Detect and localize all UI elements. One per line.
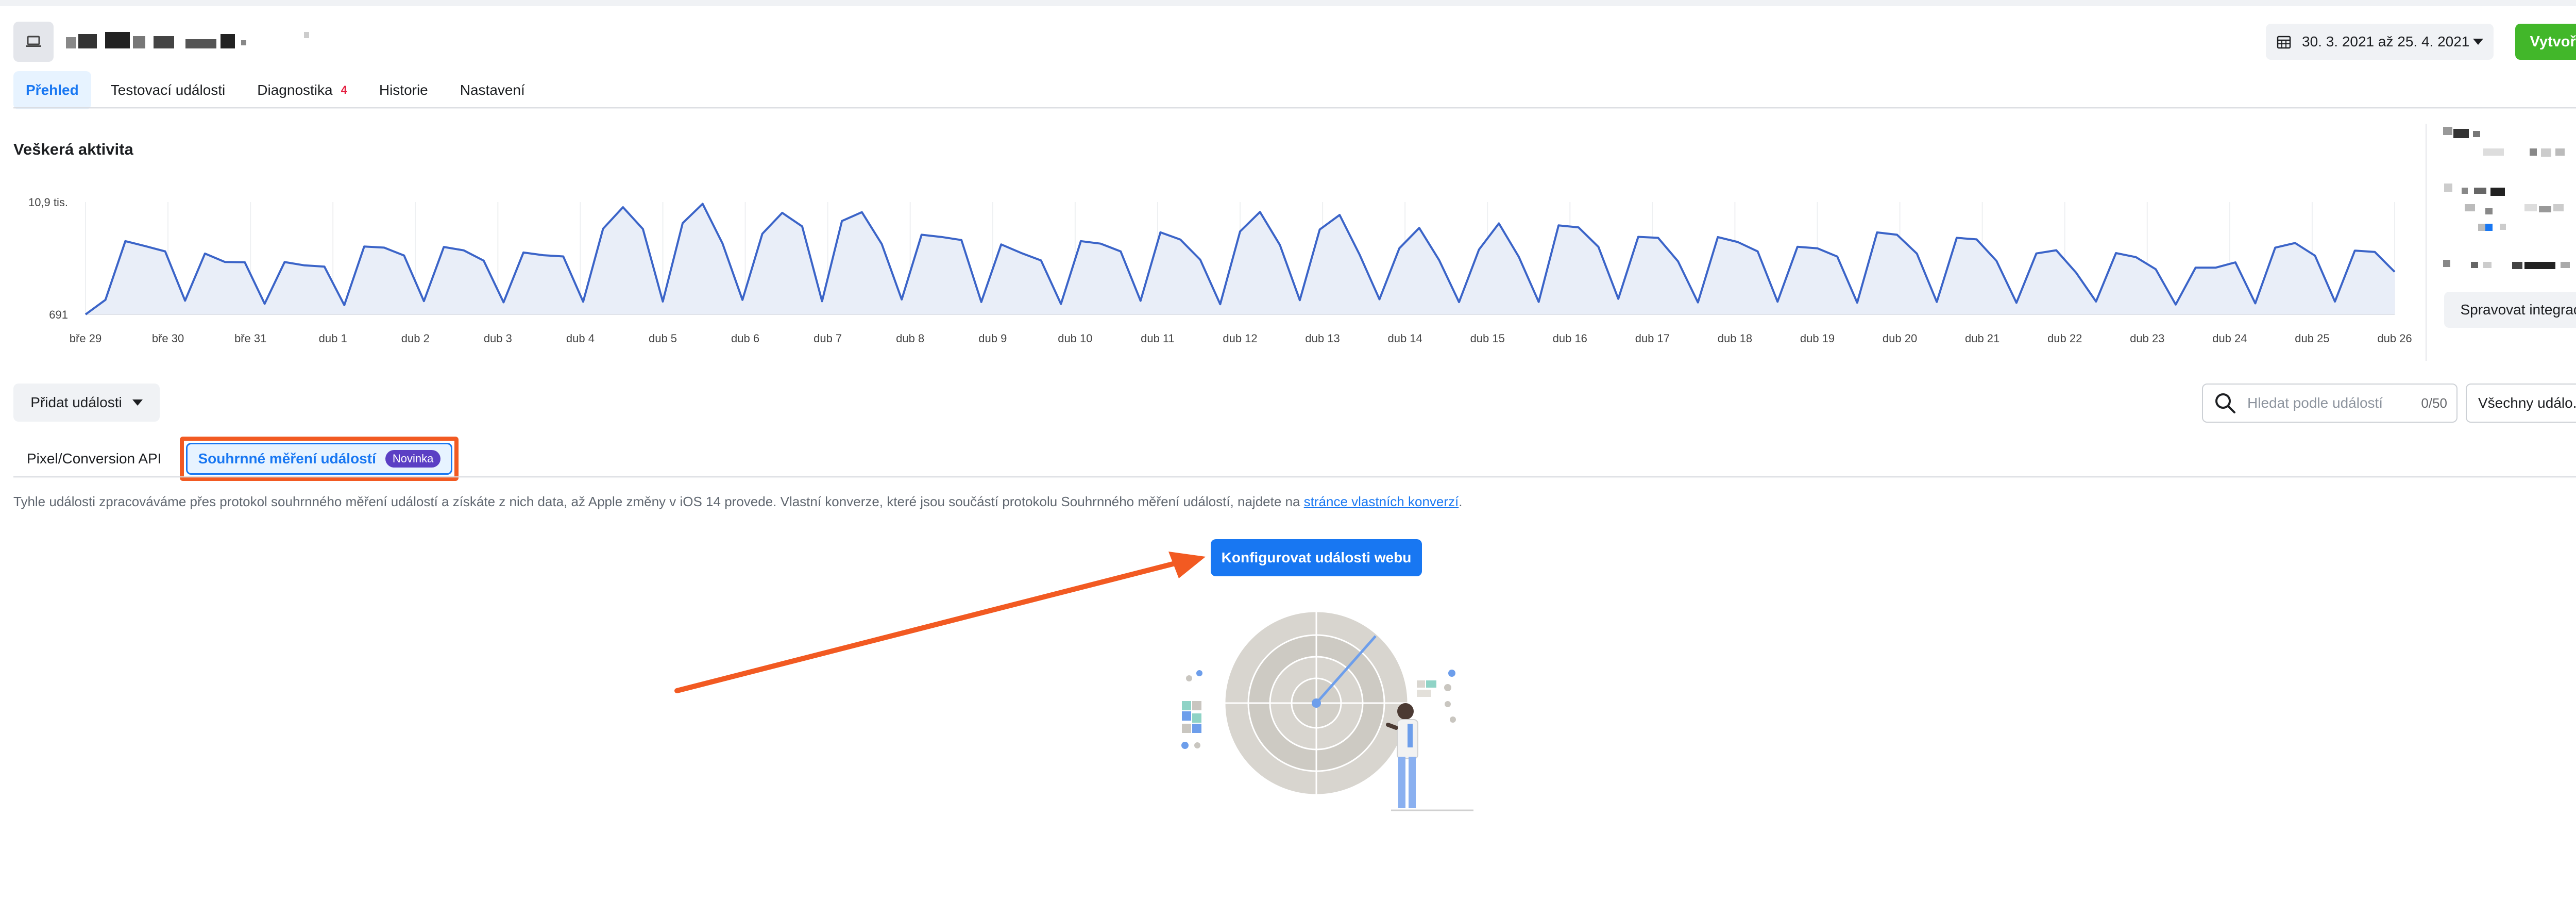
create-button[interactable]: Vytvořit xyxy=(2515,24,2576,60)
x-tick-label: dub 15 xyxy=(1470,332,1505,345)
date-range-label: 30. 3. 2021 až 25. 4. 2021 xyxy=(2302,34,2470,49)
tab-diagnostics[interactable]: Diagnostika 4 xyxy=(245,71,360,109)
x-tick-label: dub 7 xyxy=(814,332,842,345)
tab-test-events[interactable]: Testovací události xyxy=(98,71,238,109)
highlight-box: Souhrnné měření událostí Novinka xyxy=(180,437,459,481)
x-tick-label: dub 23 xyxy=(2130,332,2164,345)
annotation-arrow xyxy=(674,552,1206,693)
tab-label: Nastavení xyxy=(460,82,525,98)
x-tick-label: dub 17 xyxy=(1635,332,1670,345)
tab-history[interactable]: Historie xyxy=(367,71,440,109)
x-tick-label: bře 31 xyxy=(234,332,266,345)
subtab-pixel-conversion-api[interactable]: Pixel/Conversion API xyxy=(13,441,175,477)
activity-title: Veškerá aktivita xyxy=(13,140,133,158)
subtab-aggregated-event-measurement[interactable]: Souhrnné měření událostí Novinka xyxy=(186,443,453,475)
tab-label: Testovací události xyxy=(110,82,226,98)
pixel-source-icon[interactable] xyxy=(13,22,54,62)
info-text-body: Tyhle události zpracováváme přes protoko… xyxy=(13,494,1304,509)
x-tick-label: dub 9 xyxy=(978,332,1007,345)
event-filter-label: Všechny událo... xyxy=(2478,395,2576,411)
x-tick-label: dub 16 xyxy=(1553,332,1587,345)
configure-web-events-label: Konfigurovat události webu xyxy=(1221,549,1412,565)
manage-integrations-label: Spravovat integrace xyxy=(2460,302,2576,318)
tab-label: Přehled xyxy=(26,82,79,98)
search-icon xyxy=(2215,393,2235,413)
subtab-label: Pixel/Conversion API xyxy=(27,451,162,466)
x-tick-label: dub 24 xyxy=(2212,332,2247,345)
info-text: Tyhle události zpracováváme přes protoko… xyxy=(13,494,1462,510)
x-tick-label: dub 21 xyxy=(1965,332,1999,345)
x-tick-label: dub 22 xyxy=(2047,332,2082,345)
add-events-button[interactable]: Přidat události xyxy=(13,384,160,422)
main-tabs: Přehled Testovací události Diagnostika 4… xyxy=(13,71,545,109)
calendar-icon xyxy=(2277,36,2291,49)
diagnostics-count-badge: 4 xyxy=(341,84,347,96)
x-tick-label: dub 12 xyxy=(1223,332,1257,345)
subtab-label: Souhrnné měření událostí xyxy=(198,451,376,466)
sidebar-divider xyxy=(2426,124,2427,361)
add-events-label: Přidat události xyxy=(30,394,122,410)
x-tick-label: dub 1 xyxy=(319,332,347,345)
configure-web-events-button[interactable]: Konfigurovat události webu xyxy=(1211,539,1422,576)
x-tick-label: dub 3 xyxy=(484,332,512,345)
event-subtabs: Pixel/Conversion API Souhrnné měření udá… xyxy=(13,437,459,481)
x-tick-label: dub 14 xyxy=(1387,332,1422,345)
y-tick-label: 691 xyxy=(49,308,68,321)
x-tick-label: dub 5 xyxy=(649,332,677,345)
laptop-icon xyxy=(26,36,41,47)
redacted-pixel-name xyxy=(66,29,324,55)
x-tick-label: dub 20 xyxy=(1883,332,1917,345)
x-tick-label: dub 6 xyxy=(731,332,759,345)
search-placeholder: Hledat podle událostí xyxy=(2247,395,2383,411)
x-tick-label: dub 11 xyxy=(1141,332,1175,345)
top-strip xyxy=(0,0,2576,6)
search-char-count: 0/50 xyxy=(2421,395,2447,411)
event-search-input[interactable]: Hledat podle událostí 0/50 xyxy=(2202,384,2458,423)
x-tick-label: dub 18 xyxy=(1718,332,1752,345)
tab-label: Diagnostika xyxy=(257,82,333,98)
chevron-down-icon xyxy=(2473,39,2483,45)
x-tick-label: dub 26 xyxy=(2377,332,2412,345)
radar-illustration xyxy=(1181,610,1473,811)
manage-integrations-button[interactable]: Spravovat integrace xyxy=(2444,292,2576,328)
create-button-label: Vytvořit xyxy=(2530,33,2576,50)
tab-overview[interactable]: Přehled xyxy=(13,71,91,109)
x-tick-label: dub 25 xyxy=(2295,332,2329,345)
x-tick-label: dub 4 xyxy=(566,332,595,345)
tabs-divider xyxy=(13,107,2576,109)
redacted-integrations-list xyxy=(2432,124,2576,278)
x-tick-label: dub 2 xyxy=(401,332,430,345)
activity-chart: 10,9 tis. 691bře 29 bře 30 bře 31 dub 1 dub 2… xyxy=(28,196,2412,345)
x-tick-label: bře 29 xyxy=(70,332,101,345)
event-filter-select[interactable]: Všechny událo... xyxy=(2466,384,2576,423)
tab-label: Historie xyxy=(379,82,428,98)
chevron-down-icon xyxy=(132,399,143,406)
x-tick-label: dub 13 xyxy=(1305,332,1340,345)
x-tick-label: dub 19 xyxy=(1800,332,1835,345)
y-tick-label: 10,9 tis. xyxy=(28,196,68,209)
x-tick-label: bře 30 xyxy=(152,332,184,345)
info-text-end: . xyxy=(1459,494,1463,509)
date-range-picker[interactable]: 30. 3. 2021 až 25. 4. 2021 xyxy=(2266,24,2494,60)
x-tick-label: dub 10 xyxy=(1058,332,1092,345)
custom-conversions-link[interactable]: stránce vlastních konverzí xyxy=(1304,494,1459,509)
subtabs-divider xyxy=(13,476,2576,478)
tab-settings[interactable]: Nastavení xyxy=(448,71,537,109)
x-tick-label: dub 8 xyxy=(896,332,924,345)
new-badge: Novinka xyxy=(385,450,441,468)
